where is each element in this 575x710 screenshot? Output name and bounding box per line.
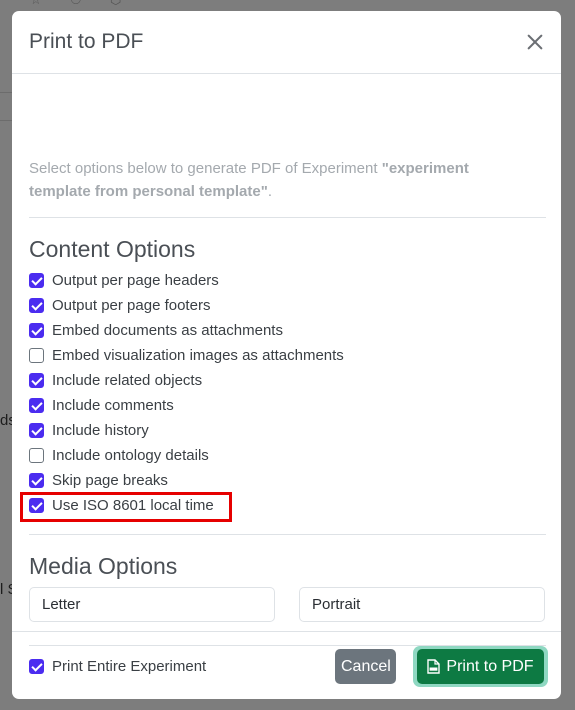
- file-pdf-icon: [427, 659, 441, 674]
- divider: [29, 217, 546, 218]
- checkbox[interactable]: [29, 397, 44, 413]
- intro-suffix: .: [267, 183, 273, 200]
- dialog-title: Print to PDF: [29, 30, 144, 53]
- option-label: Include history: [52, 421, 149, 439]
- print-to-pdf-button[interactable]: Print to PDF: [417, 649, 544, 684]
- orientation-select[interactable]: Portrait: [299, 587, 545, 622]
- checkbox[interactable]: [29, 422, 44, 438]
- option-label: Embed visualization images as attachment…: [52, 346, 344, 364]
- star-icon: ☆: [30, 0, 46, 6]
- option-include-comments[interactable]: Include comments: [29, 395, 174, 415]
- cancel-button[interactable]: Cancel: [335, 649, 396, 684]
- print-button-focus-ring: Print to PDF: [413, 646, 548, 687]
- checkbox[interactable]: [29, 447, 44, 463]
- intro-text: Select options below to generate PDF of …: [29, 160, 382, 177]
- dialog-intro: Select options below to generate PDF of …: [29, 157, 529, 203]
- paper-size-select[interactable]: Letter: [29, 587, 275, 622]
- option-embed-visualization-images[interactable]: Embed visualization images as attachment…: [29, 345, 344, 365]
- close-icon[interactable]: [525, 32, 545, 52]
- content-options-title: Content Options: [29, 236, 196, 262]
- checkbox[interactable]: [29, 472, 44, 488]
- option-include-ontology-details[interactable]: Include ontology details: [29, 445, 209, 465]
- checkbox[interactable]: [29, 347, 44, 363]
- checkbox[interactable]: [29, 297, 44, 313]
- background-toolbar: ☆ ⚇ ⬡: [30, 0, 140, 10]
- checkbox[interactable]: [29, 272, 44, 288]
- option-output-per-page-headers[interactable]: Output per page headers: [29, 270, 219, 290]
- option-label: Skip page breaks: [52, 471, 168, 489]
- option-label: Include related objects: [52, 371, 203, 389]
- box-icon: ⬡: [110, 0, 126, 6]
- media-options-title: Media Options: [29, 553, 178, 579]
- option-include-related-objects[interactable]: Include related objects: [29, 370, 202, 390]
- option-skip-page-breaks[interactable]: Skip page breaks: [29, 470, 168, 490]
- users-icon: ⚇: [70, 0, 86, 6]
- option-label: Output per page footers: [52, 296, 211, 314]
- checkbox[interactable]: [29, 322, 44, 338]
- print-to-pdf-dialog: Print to PDF Select options below to gen…: [12, 11, 561, 699]
- divider: [29, 534, 546, 535]
- dialog-footer: Cancel Print to PDF: [12, 631, 561, 699]
- option-label: Include ontology details: [52, 446, 209, 464]
- option-embed-documents[interactable]: Embed documents as attachments: [29, 320, 283, 340]
- checkbox[interactable]: [29, 372, 44, 388]
- option-label: Include comments: [52, 396, 174, 414]
- option-label: Output per page headers: [52, 271, 219, 289]
- option-label: Embed documents as attachments: [52, 321, 283, 339]
- highlight-annotation: [20, 492, 232, 522]
- option-include-history[interactable]: Include history: [29, 420, 149, 440]
- option-output-per-page-footers[interactable]: Output per page footers: [29, 295, 210, 315]
- print-button-label: Print to PDF: [446, 657, 534, 675]
- dialog-header: Print to PDF: [12, 11, 561, 74]
